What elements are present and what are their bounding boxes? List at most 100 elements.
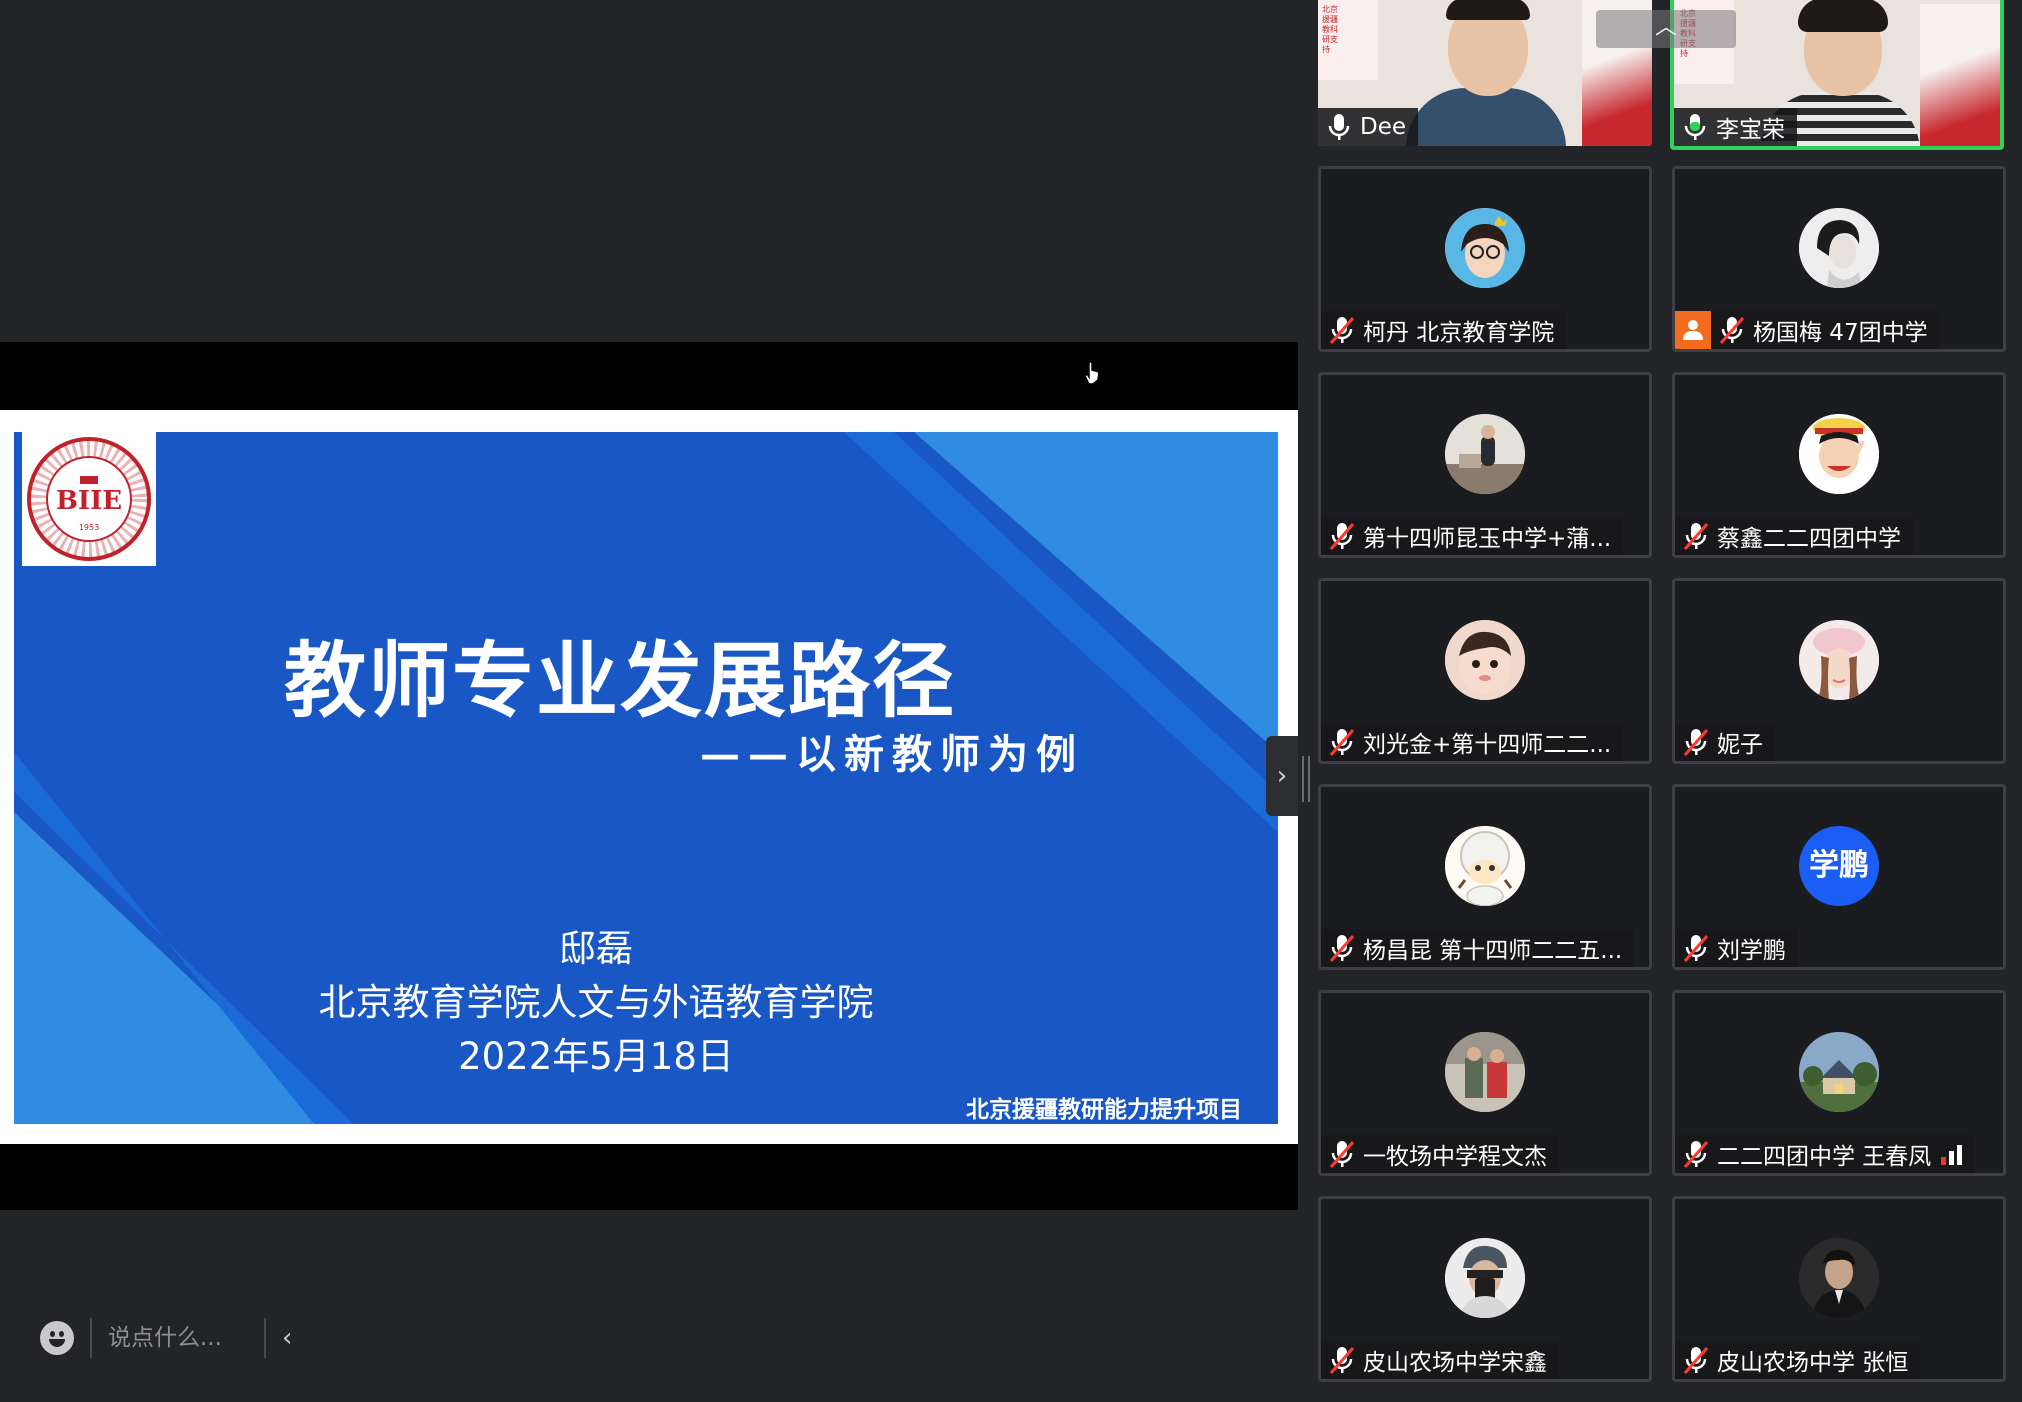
muted-microphone-icon: [1329, 523, 1355, 550]
participant-name-tag: 杨昌昆 第十四师二二五...: [1321, 929, 1635, 967]
shared-screen-area: BIIE 1953 教师专业发展路径 ——以新教师为例 邸磊 北京教育学院人文与…: [0, 0, 1298, 1402]
participant-tile[interactable]: 蔡鑫二二四团中学: [1672, 372, 2006, 558]
participant-name-tag: 蔡鑫二二四团中学: [1675, 517, 1913, 555]
microphone-icon: [1328, 114, 1350, 140]
svg-text:持: 持: [1680, 48, 1688, 58]
svg-text:持: 持: [1322, 44, 1330, 54]
muted-microphone-icon: [1683, 1347, 1709, 1374]
participant-avatar: [1445, 620, 1525, 700]
svg-text:教科: 教科: [1322, 24, 1338, 34]
participant-name: Dee: [1360, 114, 1407, 140]
microphone-icon: [1684, 114, 1706, 140]
smiley-icon[interactable]: [40, 1321, 74, 1355]
participant-avatar: [1445, 1238, 1525, 1318]
slide-canvas: BIIE 1953 教师专业发展路径 ——以新教师为例 邸磊 北京教育学院人文与…: [14, 432, 1278, 1124]
institution-logo: BIIE 1953: [22, 432, 156, 566]
participant-name: 一牧场中学程文杰: [1363, 1144, 1547, 1170]
participant-name: 蔡鑫二二四团中学: [1717, 526, 1901, 552]
participant-name: 杨国梅 47团中学: [1753, 320, 1928, 346]
meeting-window: BIIE 1953 教师专业发展路径 ——以新教师为例 邸磊 北京教育学院人文与…: [0, 0, 2022, 1402]
participant-name-tag: 刘光金+第十四师二二...: [1321, 723, 1624, 761]
participant-name: 妮子: [1717, 732, 1763, 758]
video-background-banner: 北京援疆教科研支持: [1318, 0, 1378, 80]
svg-text:BIIE: BIIE: [56, 486, 122, 516]
network-signal-weak-icon: [1941, 1143, 1963, 1165]
muted-microphone-icon: [1329, 935, 1355, 962]
participant-tile[interactable]: 皮山农场中学宋鑫: [1318, 1196, 1652, 1382]
participant-name: 柯丹 北京教育学院: [1363, 320, 1555, 346]
mouse-pointer-icon: [1084, 361, 1100, 385]
participant-name-tag: 第十四师昆玉中学+蒲...: [1321, 517, 1624, 555]
participant-name-tag: 李宝荣: [1674, 108, 1797, 146]
participant-tile[interactable]: 皮山农场中学 张恒: [1672, 1196, 2006, 1382]
participant-name: 皮山农场中学 张恒: [1717, 1350, 1909, 1376]
participant-name: 刘学鹏: [1717, 938, 1786, 964]
participant-name-tag: 一牧场中学程文杰: [1321, 1135, 1559, 1173]
participant-tile[interactable]: 柯丹 北京教育学院: [1318, 166, 1652, 352]
muted-microphone-icon: [1683, 1141, 1709, 1168]
chat-separator: [90, 1318, 92, 1358]
slide-project-name: 北京援疆教研能力提升项目: [966, 1097, 1242, 1123]
muted-microphone-icon: [1329, 1347, 1355, 1374]
participant-name: 李宝荣: [1716, 117, 1785, 143]
muted-microphone-icon: [1329, 317, 1355, 344]
participant-avatar: [1445, 1032, 1525, 1112]
participant-avatar: [1799, 620, 1879, 700]
expand-panel-button[interactable]: ›: [1266, 736, 1298, 816]
participant-name-tag: 杨国梅 47团中学: [1675, 311, 1940, 349]
chat-input[interactable]: [108, 1325, 248, 1351]
muted-microphone-icon: [1683, 729, 1709, 756]
participant-avatar: [1445, 826, 1525, 906]
participant-name-tag: 妮子: [1675, 723, 1775, 761]
slide-subtitle: ——以新教师为例: [700, 731, 1084, 778]
svg-text:研支: 研支: [1322, 34, 1338, 44]
participant-tile[interactable]: 一牧场中学程文杰: [1318, 990, 1652, 1176]
participant-avatar: [1799, 414, 1879, 494]
participant-tile[interactable]: 学鹏 刘学鹏: [1672, 784, 2006, 970]
participant-name-tag: 皮山农场中学 张恒: [1675, 1341, 1921, 1379]
participant-name-tag: 二二四团中学 王春凤: [1675, 1135, 1975, 1173]
chevron-up-icon[interactable]: ︿: [1596, 10, 1736, 48]
participant-avatar: [1799, 1032, 1879, 1112]
muted-microphone-icon: [1329, 729, 1355, 756]
participant-name-tag: Dee: [1318, 108, 1419, 146]
participant-name: 皮山农场中学宋鑫: [1363, 1350, 1547, 1376]
participant-name: 第十四师昆玉中学+蒲...: [1363, 526, 1612, 552]
chat-bar: ‹: [40, 1316, 292, 1360]
muted-microphone-icon: [1683, 523, 1709, 550]
muted-microphone-icon: [1329, 1141, 1355, 1168]
slide-author: 邸磊: [559, 927, 633, 970]
svg-text:援疆: 援疆: [1322, 14, 1338, 24]
participant-name-tag: 皮山农场中学宋鑫: [1321, 1341, 1559, 1379]
host-badge-icon: [1675, 311, 1711, 349]
participant-tile[interactable]: 杨国梅 47团中学: [1672, 166, 2006, 352]
slide-title: 教师专业发展路径: [284, 634, 957, 729]
chevron-right-icon: ›: [1276, 761, 1288, 791]
participant-tile[interactable]: 二二四团中学 王春凤: [1672, 990, 2006, 1176]
participant-name: 杨昌昆 第十四师二二五...: [1363, 938, 1623, 964]
participant-avatar: [1799, 208, 1879, 288]
participant-avatar-initials: 学鹏: [1799, 826, 1879, 906]
participant-tile[interactable]: 杨昌昆 第十四师二二五...: [1318, 784, 1652, 970]
participant-name: 二二四团中学 王春凤: [1717, 1144, 1932, 1170]
participant-avatar: [1799, 1238, 1879, 1318]
chevron-left-icon[interactable]: ‹: [282, 1323, 292, 1353]
presentation-slide: BIIE 1953 教师专业发展路径 ——以新教师为例 邸磊 北京教育学院人文与…: [0, 410, 1298, 1144]
slide-date: 2022年5月18日: [458, 1035, 734, 1078]
participant-avatar: [1445, 414, 1525, 494]
muted-microphone-icon: [1719, 317, 1745, 344]
participant-name: 刘光金+第十四师二二...: [1363, 732, 1612, 758]
svg-text:北京: 北京: [1322, 4, 1338, 14]
participant-avatar: [1445, 208, 1525, 288]
participant-name-tag: 刘学鹏: [1675, 929, 1798, 967]
muted-microphone-icon: [1683, 935, 1709, 962]
participant-gallery: 北京援疆教科研支持 Dee 北京援疆教科研支持: [1310, 0, 2022, 1402]
participant-tile[interactable]: 第十四师昆玉中学+蒲...: [1318, 372, 1652, 558]
chat-separator: [264, 1318, 266, 1358]
participant-name-tag: 柯丹 北京教育学院: [1321, 311, 1567, 349]
svg-text:1953: 1953: [79, 523, 99, 532]
panel-resize-handle[interactable]: [1302, 756, 1310, 802]
participant-tile[interactable]: 刘光金+第十四师二二...: [1318, 578, 1652, 764]
slide-organization: 北京教育学院人文与外语教育学院: [318, 981, 874, 1024]
participant-tile[interactable]: 妮子: [1672, 578, 2006, 764]
